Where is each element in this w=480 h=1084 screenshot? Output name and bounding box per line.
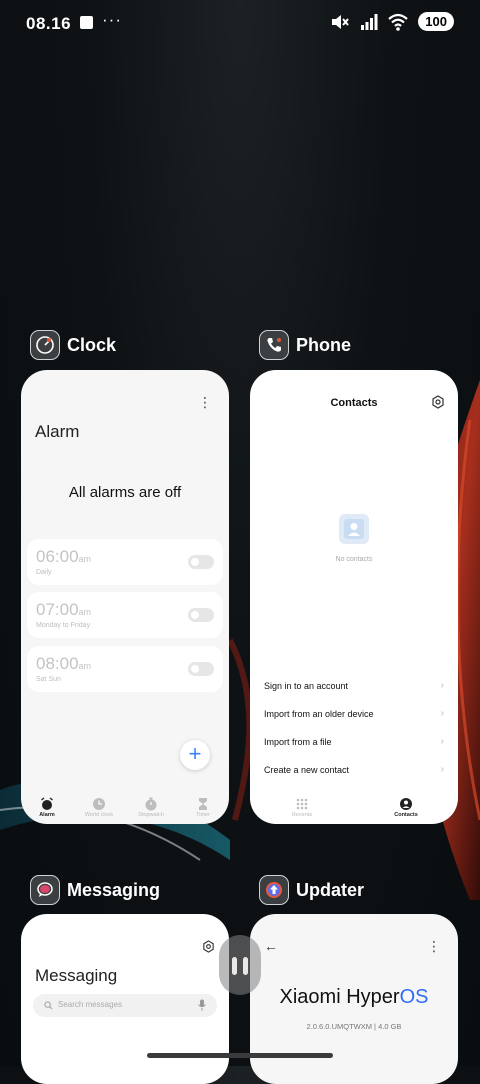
messaging-app-icon xyxy=(30,875,60,905)
action-row[interactable]: Import from an older device › xyxy=(264,708,444,719)
more-options-icon[interactable]: ⋮ xyxy=(198,394,212,411)
screen-title: Messaging xyxy=(35,966,118,985)
clock-tab-bar: Alarm World clock Stopwatch Timer xyxy=(21,797,229,818)
tab-label: World clock xyxy=(84,812,114,818)
status-bar: 08.16 ··· 100 xyxy=(0,0,480,48)
version-info: 2.0.6.0.UMQTWXM | 4.0 GB xyxy=(306,1022,402,1031)
action-row[interactable]: Import from a file › xyxy=(264,736,444,747)
mute-icon xyxy=(332,14,350,29)
wifi-icon xyxy=(388,13,409,31)
tab-label: Recents xyxy=(291,812,313,818)
alarm-toggle[interactable] xyxy=(188,608,214,622)
hourglass-icon xyxy=(199,798,207,810)
screen-title: Contacts xyxy=(330,397,378,409)
app-label-messaging[interactable]: Messaging xyxy=(30,875,160,905)
chevron-right-icon: › xyxy=(440,680,444,691)
settings-gear-icon[interactable] xyxy=(431,395,445,409)
search-placeholder: Search messages xyxy=(58,1000,123,1009)
screen-title: Alarm xyxy=(35,422,80,441)
app-label-phone[interactable]: Phone xyxy=(259,330,351,360)
contacts-person-icon xyxy=(400,798,412,810)
no-contacts-icon xyxy=(339,514,369,544)
chevron-right-icon: › xyxy=(440,708,444,719)
clock-app-icon xyxy=(30,330,60,360)
signal-icon xyxy=(361,13,378,30)
empty-state-text: All alarms are off xyxy=(68,484,182,501)
status-time: 08.16 xyxy=(26,14,72,33)
tab-label: Stopwatch xyxy=(138,812,164,818)
tab-contacts[interactable]: Contacts xyxy=(354,797,458,818)
alarm-row[interactable]: 07:00am Monday to Friday xyxy=(27,592,223,638)
tab-label: Contacts xyxy=(394,812,418,818)
action-label: Import from an older device xyxy=(264,709,374,719)
alarm-ampm: am xyxy=(78,607,92,617)
floating-drag-handle[interactable] xyxy=(219,935,261,995)
recent-card-updater[interactable]: ← ⋮ Xiaomi HyperOS 2.0.6.0.UMQTWXM | 4.0… xyxy=(250,914,458,1084)
settings-gear-icon[interactable] xyxy=(202,940,215,953)
tab-world-clock[interactable]: World clock xyxy=(73,797,125,818)
back-arrow-icon[interactable]: ← xyxy=(264,938,278,954)
recent-card-clock[interactable]: ⋮ Alarm All alarms are off 06:00am Daily… xyxy=(21,370,229,824)
battery-indicator: 100 xyxy=(418,12,454,31)
chevron-right-icon: › xyxy=(440,736,444,747)
tab-timer[interactable]: Timer xyxy=(177,797,229,818)
dialpad-icon xyxy=(296,798,308,810)
alarm-row[interactable]: 08:00am Sat Sun xyxy=(27,646,223,692)
gesture-navigation-bar[interactable] xyxy=(147,1053,333,1058)
alarm-time: 08:00 xyxy=(36,654,79,673)
alarm-days: Daily xyxy=(36,569,52,576)
alarm-ampm: am xyxy=(78,554,92,564)
brand-os: OS xyxy=(399,986,429,1008)
action-row[interactable]: Sign in to an account › xyxy=(264,680,444,691)
updater-app-icon xyxy=(259,875,289,905)
alarm-row[interactable]: 06:00am Daily xyxy=(27,539,223,585)
action-label: Create a new contact xyxy=(264,765,350,775)
alarm-days: Sat Sun xyxy=(36,676,61,683)
alarm-toggle[interactable] xyxy=(188,555,214,569)
app-label-clock[interactable]: Clock xyxy=(30,330,116,360)
tab-recents[interactable]: Recents xyxy=(250,797,354,818)
action-row[interactable]: Create a new contact › xyxy=(264,764,444,775)
alarm-ampm: am xyxy=(78,661,92,671)
tab-label: Timer xyxy=(196,812,210,818)
app-name: Updater xyxy=(296,879,365,900)
more-options-icon[interactable]: ⋮ xyxy=(427,938,441,955)
app-name: Phone xyxy=(296,334,352,355)
phone-tab-bar: Recents Contacts xyxy=(250,797,458,818)
world-clock-icon xyxy=(93,798,105,810)
recent-card-phone[interactable]: Contacts No contacts Sign in to an accou… xyxy=(250,370,458,824)
app-name: Messaging xyxy=(67,879,161,900)
screenshot-square-icon xyxy=(80,16,93,29)
alarm-days: Monday to Friday xyxy=(36,622,91,629)
empty-state-text: No contacts xyxy=(335,556,373,563)
notification-overflow-icon: ··· xyxy=(102,10,122,29)
alarm-clock-icon xyxy=(41,797,53,810)
brand-name: Xiaomi Hyper xyxy=(279,986,400,1008)
action-label: Sign in to an account xyxy=(264,681,349,691)
alarm-toggle[interactable] xyxy=(188,662,214,676)
recent-card-messaging[interactable]: Messaging Search messages xyxy=(21,914,229,1084)
search-icon xyxy=(44,1001,53,1010)
tab-stopwatch[interactable]: Stopwatch xyxy=(125,797,177,818)
phone-app-icon xyxy=(259,330,289,360)
app-name: Clock xyxy=(67,334,117,355)
stopwatch-icon xyxy=(145,797,157,811)
action-label: Import from a file xyxy=(264,737,332,747)
chevron-right-icon: › xyxy=(440,764,444,775)
app-label-updater[interactable]: Updater xyxy=(259,875,364,905)
search-bar[interactable]: Search messages xyxy=(33,994,217,1017)
microphone-icon[interactable] xyxy=(198,999,206,1011)
tab-alarm[interactable]: Alarm xyxy=(21,797,73,818)
tab-label: Alarm xyxy=(39,812,55,818)
add-alarm-button[interactable]: + xyxy=(180,740,210,770)
os-brand-title: Xiaomi HyperOS xyxy=(250,986,458,1009)
alarm-time: 07:00 xyxy=(36,600,79,619)
alarm-time: 06:00 xyxy=(36,547,79,566)
